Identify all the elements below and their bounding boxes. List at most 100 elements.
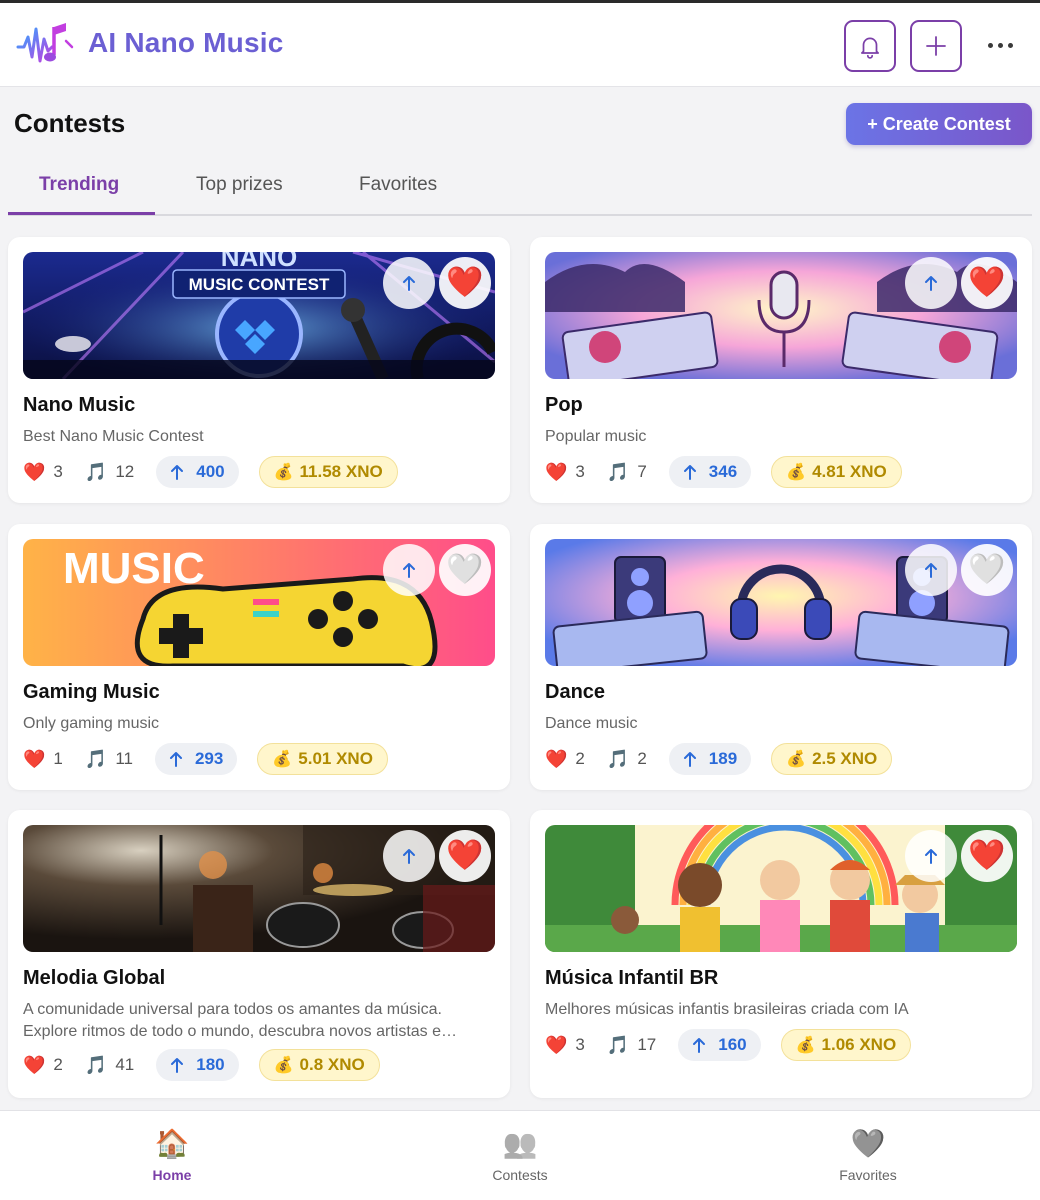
contest-card[interactable]: ❤️ Música Infantil BR Melhores músicas i… [530,810,1032,1098]
nav-favorites-label: Favorites [839,1167,897,1183]
music-note-icon: 🎵 [606,461,630,482]
contest-description: A comunidade universal para todos os ama… [23,1001,457,1040]
vote-up-button[interactable] [383,830,435,882]
page-title: Contests [14,108,126,138]
plus-icon [926,36,946,56]
music-note-icon: 🎵 [606,748,630,769]
arrow-up-icon [169,752,182,767]
active-tab-indicator [8,212,155,215]
contest-card[interactable]: 🤍 Dance Dance music ❤️ 2 🎵 2 189 💰 2.5 XNO [530,524,1032,790]
music-note-icon: 🎵 [606,1034,630,1055]
prize-pill: 💰 11.58 XNO [258,456,398,488]
heart-icon: 🩶 [850,1128,886,1159]
likes-count: ❤️ 2 [545,748,585,769]
music-note-icon: 🎵 [84,1054,108,1075]
contest-description: Popular music [545,428,647,445]
likes-count: ❤️ 2 [23,1054,63,1075]
home-icon: 🏠 [154,1128,190,1159]
music-note-icon: 🎵 [84,461,108,482]
votes-pill: 346 [668,456,752,488]
arrow-up-icon [403,563,415,578]
contest-description: Best Nano Music Contest [23,428,204,445]
heart-icon: ❤️ [545,748,568,769]
heart-icon: ❤️ [545,461,568,482]
tracks-count: 🎵 11 [84,748,133,769]
favorite-button[interactable]: ❤️ [439,257,491,309]
notifications-button[interactable] [844,20,896,72]
nav-contests[interactable]: 👥 Contests [440,1127,600,1183]
tracks-count: 🎵 12 [84,461,135,482]
favorite-button[interactable]: ❤️ [961,830,1013,882]
tab-favorites[interactable]: Favorites [359,174,437,196]
contest-stats: ❤️ 3 🎵 7 346 💰 4.81 XNO [545,456,902,488]
likes-count: ❤️ 3 [545,1034,585,1055]
heart-icon: ❤️ [23,748,46,769]
likes-count: ❤️ 1 [23,748,63,769]
vote-up-button[interactable] [905,830,957,882]
contest-title: Música Infantil BR [545,967,719,989]
favorite-button[interactable]: ❤️ [439,830,491,882]
votes-pill: 293 [154,743,238,775]
vote-up-button[interactable] [383,544,435,596]
banner-top-text: NANO [221,252,298,272]
nav-home-label: Home [152,1167,192,1183]
users-icon: 👥 [502,1128,538,1159]
arrow-up-icon [683,465,696,480]
contest-description: Dance music [545,715,638,732]
contest-stats: ❤️ 2 🎵 2 189 💰 2.5 XNO [545,743,893,775]
more-options-icon[interactable] [982,27,1018,63]
votes-pill: 160 [678,1029,761,1061]
arrow-up-icon [693,1038,706,1053]
prize-pill: 💰 1.06 XNO [780,1029,912,1061]
vote-up-button[interactable] [383,257,435,309]
tab-trending[interactable]: Trending [39,174,119,196]
app-title: AI Nano Music [88,27,284,58]
money-bag-icon: 💰 [786,751,807,768]
contest-description: Melhores músicas infantis brasileiras cr… [545,1001,909,1018]
tracks-count: 🎵 7 [606,461,647,482]
contest-title: Pop [545,394,583,416]
money-bag-icon: 💰 [273,464,294,481]
nav-contests-label: Contests [492,1167,548,1183]
contest-description: Only gaming music [23,715,160,732]
vote-up-button[interactable] [905,544,957,596]
arrow-up-icon [171,465,184,480]
votes-pill: 180 [156,1049,239,1081]
contest-card[interactable]: ❤️ Melodia Global A comunidade universal… [8,810,510,1098]
tracks-count: 🎵 2 [606,748,647,769]
favorite-button[interactable]: ❤️ [961,257,1013,309]
arrow-up-icon [925,849,937,864]
prize-pill: 💰 4.81 XNO [771,456,902,488]
contest-title: Gaming Music [23,681,160,703]
arrow-up-icon [925,563,937,578]
music-logo-icon [16,17,74,73]
likes-count: ❤️ 3 [545,461,585,482]
nav-home[interactable]: 🏠 Home [92,1127,252,1183]
tab-bar: Trending Top prizes Favorites [8,164,1032,216]
contest-card[interactable]: ❤️ Pop Popular music ❤️ 3 🎵 7 346 💰 4.81 XN… [530,237,1032,503]
banner-text: MUSIC CONTEST [189,275,330,294]
prize-pill: 💰 2.5 XNO [771,743,893,775]
nav-favorites[interactable]: 🩶 Favorites [788,1127,948,1183]
add-button[interactable] [910,20,962,72]
bottom-navigation: 🏠 Home 👥 Contests 🩶 Favorites [0,1110,1040,1200]
money-bag-icon: 💰 [786,464,807,481]
contest-stats: ❤️ 1 🎵 11 293 💰 5.01 XNO [23,743,388,775]
contest-card[interactable]: MUSIC CONTEST NANO ❤️ Nano Music Best Na… [8,237,510,503]
music-note-icon: 🎵 [84,748,108,769]
favorite-button[interactable]: 🤍 [439,544,491,596]
favorite-button[interactable]: 🤍 [961,544,1013,596]
arrow-up-icon [403,276,415,291]
tab-top-prizes[interactable]: Top prizes [196,174,283,196]
vote-up-button[interactable] [905,257,957,309]
contest-card[interactable]: MUSIC 🤍 Gaming Music Only gaming music ❤… [8,524,510,790]
heart-icon: ❤️ [545,1034,568,1055]
prize-pill: 💰 0.8 XNO [258,1049,380,1081]
app-header: AI Nano Music [0,3,1040,87]
votes-pill: 400 [156,456,239,488]
create-contest-button[interactable]: + Create Contest [846,103,1032,145]
arrow-up-icon [925,276,937,291]
bell-icon [861,37,879,59]
arrow-up-icon [683,752,696,767]
arrow-up-icon [171,1058,184,1073]
